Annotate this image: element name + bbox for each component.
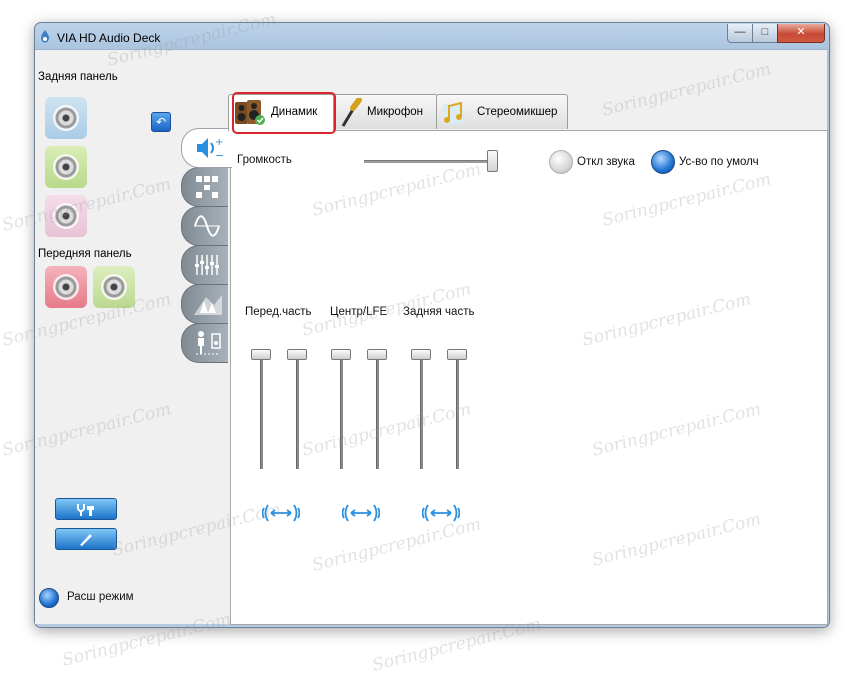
microphone-icon xyxy=(341,98,362,127)
volume-label: Громкость xyxy=(237,154,292,166)
sine-wave-icon xyxy=(194,215,220,237)
mute-radio[interactable] xyxy=(549,150,573,174)
center-lfe-link-icon[interactable] xyxy=(342,503,380,523)
center-slider[interactable] xyxy=(331,349,351,471)
maximize-button[interactable]: □ xyxy=(752,24,778,43)
side-tab-room-correction[interactable] xyxy=(181,323,228,363)
rear-link-icon[interactable] xyxy=(422,503,460,523)
side-tab-sample-rate[interactable] xyxy=(181,206,228,246)
room-correction-icon xyxy=(196,331,221,355)
connector-settings-button[interactable] xyxy=(55,498,117,520)
default-device-radio[interactable] xyxy=(651,150,675,174)
equalizer-icon xyxy=(195,255,219,275)
tab-highlight-frame xyxy=(232,92,336,134)
speaker-settings-panel: Громкость Откл звука Ус-во по умолч Пере… xyxy=(230,130,828,625)
close-button[interactable]: ✕ xyxy=(777,24,825,43)
title-bar[interactable]: VIA HD Audio Deck — □ ✕ xyxy=(35,23,829,49)
environment-icon xyxy=(194,295,222,315)
music-notes-icon xyxy=(443,101,463,124)
info-button[interactable] xyxy=(55,528,117,550)
advanced-mode-label: Расш режим xyxy=(67,591,134,603)
client-area: Задняя панель ↶ Передняя панель Расш реж… xyxy=(35,49,828,625)
front-link-icon[interactable] xyxy=(262,503,300,523)
volume-slider-track[interactable] xyxy=(364,160,494,163)
channel-label-front: Перед.часть xyxy=(245,306,312,318)
app-logo-icon xyxy=(41,30,49,43)
volume-slider-thumb[interactable] xyxy=(487,150,498,172)
default-device-label: Ус-во по умолч xyxy=(679,156,759,168)
minimize-button[interactable]: — xyxy=(727,24,753,43)
front-panel-label: Передняя панель xyxy=(38,248,132,260)
tab-stereo-mixer[interactable]: Стереомикшер xyxy=(436,94,568,129)
slider-thumb[interactable] xyxy=(331,349,351,360)
window-title: VIA HD Audio Deck xyxy=(57,31,161,45)
side-tab-equalizer[interactable] xyxy=(181,245,228,285)
rear-jack-blue[interactable] xyxy=(45,97,87,139)
tab-microphone[interactable]: Микрофон xyxy=(332,94,438,129)
app-window: VIA HD Audio Deck — □ ✕ Задняя панель ↶ … xyxy=(34,22,830,628)
side-tab-environment[interactable] xyxy=(181,284,228,324)
tab-microphone-label: Микрофон xyxy=(367,106,424,118)
undo-icon[interactable]: ↶ xyxy=(151,112,171,132)
rear-jack-green[interactable] xyxy=(45,146,87,188)
volume-icon: + − xyxy=(197,137,224,161)
rear-right-slider[interactable] xyxy=(447,349,467,471)
pen-icon xyxy=(80,534,92,546)
front-right-slider[interactable] xyxy=(287,349,307,471)
advanced-mode-radio[interactable] xyxy=(39,588,59,608)
slider-thumb[interactable] xyxy=(447,349,467,360)
rear-left-slider[interactable] xyxy=(411,349,431,471)
lfe-slider[interactable] xyxy=(367,349,387,471)
connector-icon xyxy=(77,504,94,516)
slider-thumb[interactable] xyxy=(251,349,271,360)
slider-thumb[interactable] xyxy=(411,349,431,360)
slider-thumb[interactable] xyxy=(287,349,307,360)
tab-stereo-mixer-label: Стереомикшер xyxy=(477,106,558,118)
jack-panel: Задняя панель ↶ Передняя панель Расш реж… xyxy=(35,50,185,624)
side-tab-speaker-config[interactable] xyxy=(181,167,228,207)
mute-label: Откл звука xyxy=(577,156,635,168)
channel-label-center-lfe: Центр/LFE xyxy=(330,306,388,318)
svg-text:−: − xyxy=(215,149,224,161)
slider-thumb[interactable] xyxy=(367,349,387,360)
front-left-slider[interactable] xyxy=(251,349,271,471)
front-jack-red[interactable] xyxy=(45,266,87,308)
rear-jack-pink[interactable] xyxy=(45,195,87,237)
svg-text:+: + xyxy=(215,137,223,148)
rear-panel-label: Задняя панель xyxy=(38,71,118,83)
side-tab-volume[interactable]: + − xyxy=(181,128,232,168)
speaker-config-icon xyxy=(196,176,218,198)
front-jack-green[interactable] xyxy=(93,266,135,308)
channel-label-rear: Задняя часть xyxy=(403,306,475,318)
